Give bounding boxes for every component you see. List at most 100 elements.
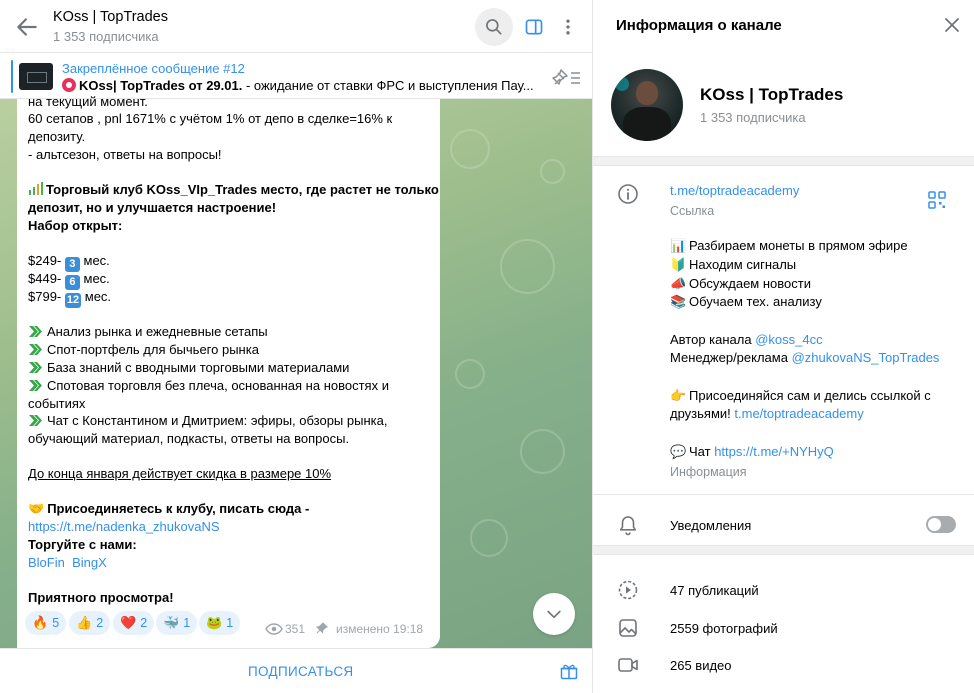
- join-link[interactable]: https://t.me/nadenka_zhukovaNS: [28, 518, 220, 536]
- chat-label: Чат: [689, 444, 711, 459]
- reaction-count: 1: [183, 616, 191, 630]
- pin-icon: [316, 622, 328, 634]
- chat-footer: ПОДПИСАТЬСЯ: [0, 648, 592, 693]
- reaction-chip[interactable]: 🐳 1: [156, 611, 198, 635]
- reaction-chip[interactable]: 🐸 1: [199, 611, 241, 635]
- price-row: $249- 3 мес.: [28, 252, 110, 272]
- description-bullet: 📊 Разбираем монеты в прямом эфире: [670, 237, 908, 255]
- frog-icon: 🐸: [206, 615, 223, 630]
- publications-icon: [618, 580, 638, 600]
- subscribe-button[interactable]: ПОДПИСАТЬСЯ: [248, 664, 353, 679]
- description-bullet: 🔰 Находим сигналы: [670, 256, 796, 274]
- author-link[interactable]: @koss_4cc: [755, 332, 822, 347]
- reaction-chip[interactable]: 🔥 5: [25, 611, 67, 635]
- channel-name: KOss | TopTrades: [700, 85, 844, 104]
- pinned-indicator: [11, 60, 13, 93]
- double-chevron-icon: [29, 326, 42, 337]
- post-line: на текущий момент.: [28, 94, 148, 109]
- price: $249-: [28, 253, 62, 268]
- photos-count[interactable]: 2559 фотографий: [670, 621, 778, 636]
- back-arrow-icon[interactable]: [14, 14, 40, 40]
- manager-row: Менеджер/реклама @zhukovaNS_TopTrades: [670, 349, 939, 367]
- recruit-line: Набор открыт:: [28, 218, 123, 233]
- bullet-text: Обучаем тех. анализу: [689, 294, 822, 309]
- post-line: депозиту.: [28, 129, 86, 144]
- trade-with: Торгуйте с нами:: [28, 537, 137, 552]
- info-label: Информация: [670, 465, 747, 479]
- fire-icon: 🔥: [32, 615, 49, 630]
- feature-text: Чат с Константином и Дмитрием: эфиры, об…: [47, 413, 388, 428]
- join-link[interactable]: t.me/toptradeacademy: [734, 406, 863, 421]
- feature-item: Анализ рынка и ежедневные сетапы: [28, 323, 268, 341]
- views-count: 351: [285, 622, 306, 636]
- feature-item: Чат с Константином и Дмитрием: эфиры, об…: [28, 412, 387, 430]
- gift-icon[interactable]: [559, 661, 579, 681]
- channel-link-label: Ссылка: [670, 204, 715, 218]
- price-unit: мес.: [83, 253, 110, 268]
- description-bullet: 📣 Обсуждаем новости: [670, 275, 811, 293]
- channel-link[interactable]: t.me/toptradeacademy: [670, 183, 799, 198]
- bullet-text: Обсуждаем новости: [689, 276, 811, 291]
- chart-icon: 📊: [670, 238, 687, 253]
- join-text: Присоединяйся сам и делись ссылкой с: [689, 388, 931, 403]
- chat-pane: KOss | TopTrades 1 353 подписчика Закреп…: [0, 0, 592, 693]
- more-menu-button[interactable]: [549, 8, 587, 46]
- scroll-down-button[interactable]: [533, 593, 575, 635]
- more-vertical-icon: [566, 19, 570, 35]
- feature-text: База знаний с вводными торговыми материа…: [47, 360, 350, 375]
- close-icon[interactable]: [943, 16, 961, 34]
- club-text-1: Торговый клуб KOss_VIp_Trades место, где…: [46, 182, 439, 197]
- pinned-list-icon[interactable]: [552, 67, 582, 89]
- views-icon: [265, 623, 283, 635]
- author-label: Автор канала: [670, 332, 752, 347]
- thumbs-up-icon: 👍: [76, 615, 93, 630]
- join-text-2: друзьями!: [670, 406, 731, 421]
- chat-title[interactable]: KOss | TopTrades: [53, 9, 168, 25]
- avatar[interactable]: [611, 69, 683, 141]
- reaction-chip[interactable]: 👍 2: [69, 611, 111, 635]
- photo-icon: [619, 619, 637, 637]
- exchange-link[interactable]: BingX: [72, 555, 107, 570]
- join-text: Присоединяетесь к клубу, писать сюда -: [47, 501, 310, 516]
- divider: [593, 545, 974, 555]
- chat-link[interactable]: https://t.me/+NYHyQ: [714, 444, 834, 459]
- chat-header: KOss | TopTrades 1 353 подписчика: [0, 0, 592, 53]
- record-icon: [62, 78, 76, 92]
- manager-link[interactable]: @zhukovaNS_TopTrades: [792, 350, 940, 365]
- join-row: 👉 Присоединяйся сам и делись ссылкой с: [670, 387, 931, 405]
- search-button[interactable]: [475, 8, 513, 46]
- panel-title: Информация о канале: [616, 17, 782, 34]
- beginner-icon: 🔰: [670, 257, 687, 272]
- sidebar-icon: [525, 19, 543, 35]
- video-icon: [618, 658, 638, 672]
- price-row: $799- 12 мес.: [28, 288, 111, 308]
- notifications-label: Уведомления: [670, 518, 752, 533]
- price: $799-: [28, 289, 62, 304]
- double-chevron-icon: [29, 362, 42, 373]
- videos-count[interactable]: 265 видео: [670, 658, 732, 673]
- enjoy-text: Приятного просмотра!: [28, 590, 174, 605]
- channel-subscribers: 1 353 подписчика: [700, 110, 806, 125]
- feature-item: Спотовая торговля без плеча, основанная …: [28, 377, 389, 395]
- bullet-text: Находим сигналы: [689, 257, 797, 272]
- channel-info-panel: Информация о канале KOss | TopTrades 1 3…: [592, 0, 974, 693]
- notifications-toggle[interactable]: [926, 516, 956, 533]
- number-badge: 12: [64, 293, 82, 308]
- publications-count[interactable]: 47 публикаций: [670, 583, 759, 598]
- exchange-link[interactable]: BloFin: [28, 555, 65, 570]
- qr-code-icon[interactable]: [928, 191, 946, 209]
- author-row: Автор канала @koss_4cc: [670, 331, 823, 349]
- price: $449-: [28, 271, 62, 286]
- speech-bubble-icon: 💬: [670, 444, 687, 459]
- double-chevron-icon: [29, 380, 42, 391]
- description-bullet: 📚 Обучаем тех. анализу: [670, 293, 822, 311]
- reaction-count: 1: [226, 616, 234, 630]
- feature-text: Спот-портфель для бычьего рынка: [47, 342, 259, 357]
- reaction-count: 2: [96, 616, 104, 630]
- feature-item: База знаний с вводными торговыми материа…: [28, 359, 349, 377]
- handshake-icon: 🤝: [28, 501, 45, 516]
- reaction-chip[interactable]: ❤️ 2: [113, 611, 155, 635]
- signal-icon: [29, 182, 43, 195]
- toggle-sidebar-button[interactable]: [515, 8, 553, 46]
- join-row-2: друзьями! t.me/toptradeacademy: [670, 405, 864, 423]
